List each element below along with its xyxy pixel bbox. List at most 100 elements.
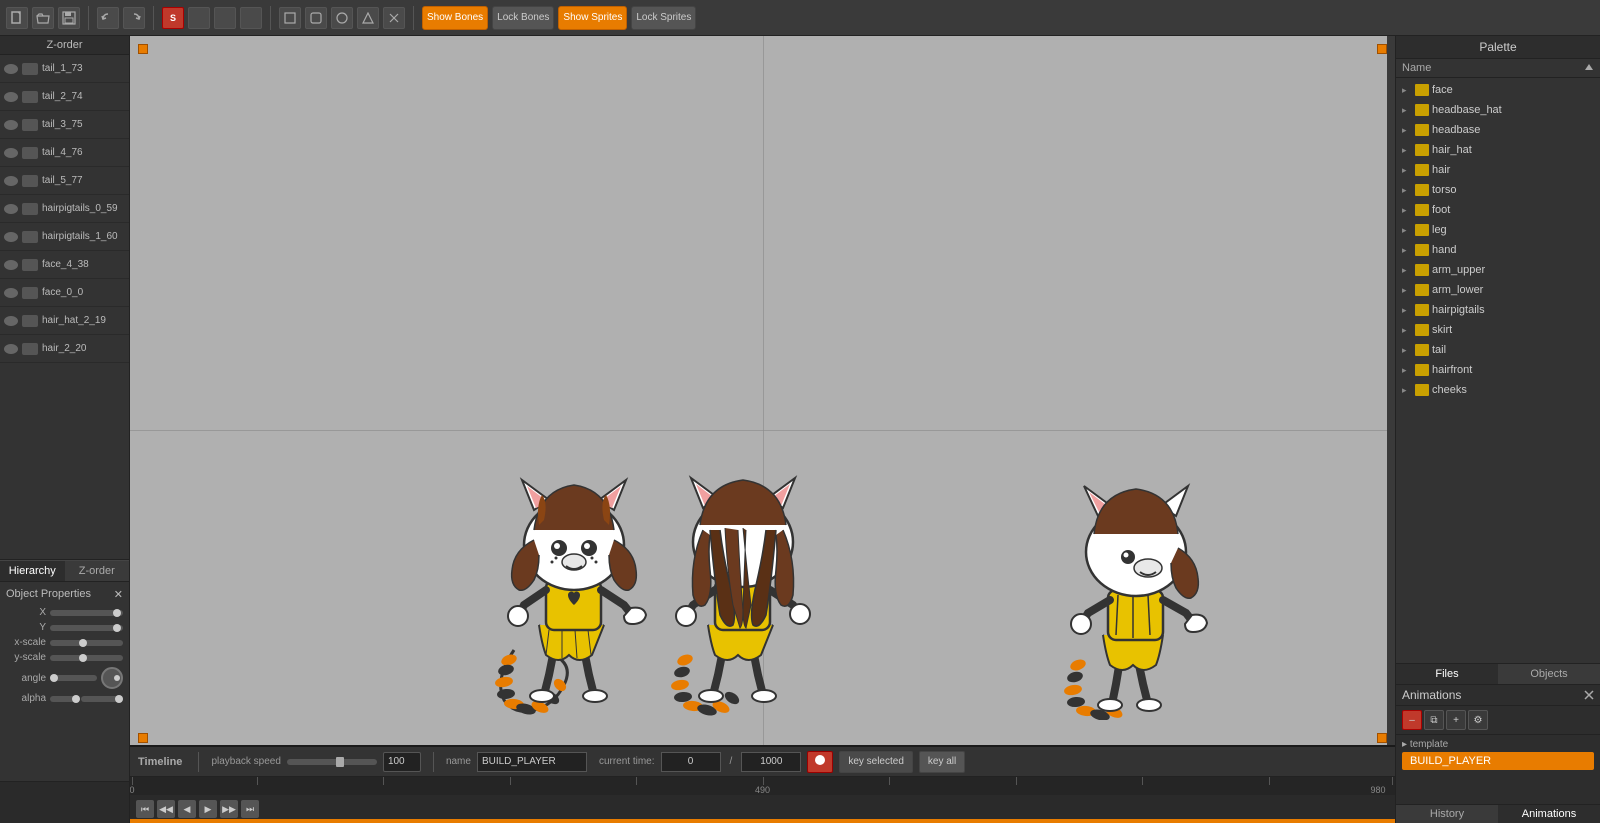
expand-icon[interactable]: ▸	[1402, 125, 1412, 136]
expand-icon[interactable]: ▸	[1402, 145, 1412, 156]
anim-settings-btn[interactable]: ⚙	[1468, 710, 1488, 730]
lock-sprites-button[interactable]: Lock Sprites	[631, 6, 696, 30]
files-tab[interactable]: Files	[1396, 664, 1498, 684]
zorder-item[interactable]: hair_hat_2_19	[0, 307, 129, 335]
expand-icon[interactable]: ▸	[1402, 105, 1412, 116]
view1-icon[interactable]	[279, 7, 301, 29]
anim-copy-btn[interactable]: ⧉	[1424, 710, 1444, 730]
play-button[interactable]: ▶	[199, 800, 217, 818]
eye-icon[interactable]	[4, 288, 18, 298]
tree-item[interactable]: ▸ tail	[1396, 340, 1600, 360]
show-sprites-button[interactable]: Show Sprites	[558, 6, 627, 30]
zorder-item[interactable]: tail_5_77	[0, 167, 129, 195]
animations-tab[interactable]: Animations	[1498, 805, 1600, 823]
expand-icon[interactable]: ▸	[1402, 165, 1412, 176]
expand-icon[interactable]: ▸	[1402, 305, 1412, 316]
zorder-item[interactable]: face_0_0	[0, 279, 129, 307]
objects-tab[interactable]: Objects	[1498, 664, 1600, 684]
prop-yscale-slider[interactable]	[50, 655, 123, 661]
eye-icon[interactable]	[4, 120, 18, 130]
speed-slider[interactable]	[287, 759, 377, 765]
expand-icon[interactable]: ▸	[1402, 325, 1412, 336]
anim-delete-btn[interactable]: –	[1402, 710, 1422, 730]
eye-icon[interactable]	[4, 344, 18, 354]
hierarchy-tab[interactable]: Hierarchy	[0, 560, 65, 581]
next-frame-button[interactable]: ▶▶	[220, 800, 238, 818]
zorder-item[interactable]: hairpigtails_1_60	[0, 223, 129, 251]
corner-tr[interactable]	[1377, 44, 1387, 54]
prop-x-slider[interactable]	[50, 610, 123, 616]
tree-item[interactable]: ▸ foot	[1396, 200, 1600, 220]
tree-item[interactable]: ▸ headbase	[1396, 120, 1600, 140]
tree-item[interactable]: ▸ leg	[1396, 220, 1600, 240]
prev-frame-button[interactable]: ◀	[178, 800, 196, 818]
eye-icon[interactable]	[4, 232, 18, 242]
angle-dial[interactable]	[101, 667, 123, 689]
tree-item[interactable]: ▸ headbase_hat	[1396, 100, 1600, 120]
eye-icon[interactable]	[4, 64, 18, 74]
tree-item[interactable]: ▸ hair_hat	[1396, 140, 1600, 160]
key-all-button[interactable]: key all	[919, 751, 965, 773]
redo-icon[interactable]	[123, 7, 145, 29]
view2-icon[interactable]	[305, 7, 327, 29]
props-close-icon[interactable]: ✕	[114, 588, 123, 601]
prop-y-slider[interactable]	[50, 625, 123, 631]
tree-item[interactable]: ▸ face	[1396, 80, 1600, 100]
zorder-tab[interactable]: Z-order	[65, 560, 130, 581]
tree-list[interactable]: ▸ face ▸ headbase_hat ▸ headbase ▸ hair_…	[1396, 78, 1600, 663]
eye-icon[interactable]	[4, 204, 18, 214]
zorder-list[interactable]: tail_1_73 tail_2_74 tail_3_75 tail_4_76 …	[0, 55, 129, 559]
eye-icon[interactable]	[4, 92, 18, 102]
expand-icon[interactable]: ▸	[1402, 245, 1412, 256]
lock-bones-button[interactable]: Lock Bones	[492, 6, 554, 30]
tree-item[interactable]: ▸ hair	[1396, 160, 1600, 180]
viewport-vscroll[interactable]	[1387, 36, 1395, 823]
expand-icon[interactable]: ▸	[1402, 185, 1412, 196]
corner-bl[interactable]	[138, 733, 148, 743]
spriter-icon[interactable]: S	[162, 7, 184, 29]
tool2-icon[interactable]	[214, 7, 236, 29]
expand-icon[interactable]: ▸	[1402, 265, 1412, 276]
name-input[interactable]	[477, 752, 587, 772]
eye-icon[interactable]	[4, 316, 18, 326]
anim-add-btn[interactable]: +	[1446, 710, 1466, 730]
zorder-item[interactable]: tail_1_73	[0, 55, 129, 83]
tool3-icon[interactable]	[240, 7, 262, 29]
current-time-input[interactable]	[661, 752, 721, 772]
tool1-icon[interactable]	[188, 7, 210, 29]
tree-item[interactable]: ▸ hairfront	[1396, 360, 1600, 380]
tree-item[interactable]: ▸ hand	[1396, 240, 1600, 260]
undo-icon[interactable]	[97, 7, 119, 29]
skip-end-button[interactable]: ⏭	[241, 800, 259, 818]
zorder-item[interactable]: tail_2_74	[0, 83, 129, 111]
history-tab[interactable]: History	[1396, 805, 1498, 823]
anim-close-icon[interactable]	[1584, 690, 1594, 700]
expand-icon[interactable]: ▸	[1402, 205, 1412, 216]
open-file-icon[interactable]	[32, 7, 54, 29]
prop-angle-slider[interactable]	[50, 675, 97, 681]
zorder-item[interactable]: hairpigtails_0_59	[0, 195, 129, 223]
key-selected-button[interactable]: key selected	[839, 751, 913, 773]
expand-icon[interactable]: ▸	[1402, 365, 1412, 376]
tree-item[interactable]: ▸ cheeks	[1396, 380, 1600, 400]
corner-br[interactable]	[1377, 733, 1387, 743]
sort-icon[interactable]	[1584, 63, 1594, 73]
expand-icon[interactable]: ▸	[1402, 345, 1412, 356]
prop-xscale-slider[interactable]	[50, 640, 123, 646]
transform-icon[interactable]	[383, 7, 405, 29]
eye-icon[interactable]	[4, 260, 18, 270]
new-file-icon[interactable]	[6, 7, 28, 29]
view3-icon[interactable]	[331, 7, 353, 29]
expand-icon[interactable]: ▸	[1402, 85, 1412, 96]
show-bones-button[interactable]: Show Bones	[422, 6, 488, 30]
tree-item[interactable]: ▸ skirt	[1396, 320, 1600, 340]
tree-item[interactable]: ▸ torso	[1396, 180, 1600, 200]
expand-icon[interactable]: ▸	[1402, 225, 1412, 236]
corner-tl[interactable]	[138, 44, 148, 54]
eye-icon[interactable]	[4, 148, 18, 158]
tree-item[interactable]: ▸ arm_lower	[1396, 280, 1600, 300]
expand-icon[interactable]: ▸	[1402, 285, 1412, 296]
prop-alpha-slider2[interactable]	[81, 696, 123, 702]
zorder-item[interactable]: face_4_38	[0, 251, 129, 279]
tree-item[interactable]: ▸ arm_upper	[1396, 260, 1600, 280]
